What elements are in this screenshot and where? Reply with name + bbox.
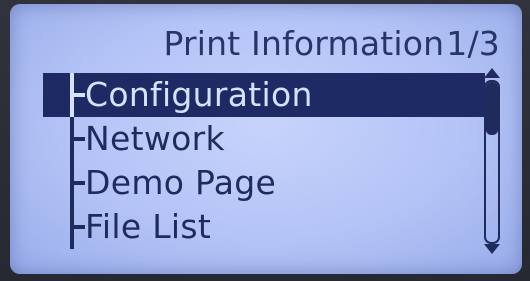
- menu-list: Configuration Network Demo Page File Lis…: [43, 73, 485, 253]
- tree-branch-icon: [43, 73, 85, 117]
- scrollbar[interactable]: [482, 68, 502, 254]
- screen-title: Print Information1/3: [163, 20, 500, 68]
- scroll-thumb[interactable]: [486, 82, 498, 135]
- menu-item-network[interactable]: Network: [43, 117, 485, 161]
- menu-item-configuration[interactable]: Configuration: [43, 73, 485, 117]
- tree-branch-icon: [43, 205, 85, 249]
- lcd-screen: Print Information1/3 Configuration Netwo…: [10, 4, 522, 274]
- screen-title-text: Print Information: [163, 24, 445, 63]
- page-indicator: 1/3: [446, 24, 500, 63]
- menu-item-label: Configuration: [85, 75, 313, 114]
- scroll-down-arrow-icon[interactable]: [484, 244, 500, 254]
- scroll-up-arrow-icon[interactable]: [484, 68, 500, 78]
- menu-item-file-list[interactable]: File List: [43, 205, 485, 249]
- scroll-track[interactable]: [484, 80, 500, 244]
- menu-item-label: Network: [85, 119, 225, 158]
- menu-item-label: Demo Page: [85, 163, 277, 202]
- tree-branch-icon: [43, 161, 85, 205]
- menu-item-label: File List: [85, 207, 212, 246]
- menu-item-demo-page[interactable]: Demo Page: [43, 161, 485, 205]
- printer-control-panel: Print Information1/3 Configuration Netwo…: [0, 0, 530, 281]
- tree-branch-icon: [43, 117, 85, 161]
